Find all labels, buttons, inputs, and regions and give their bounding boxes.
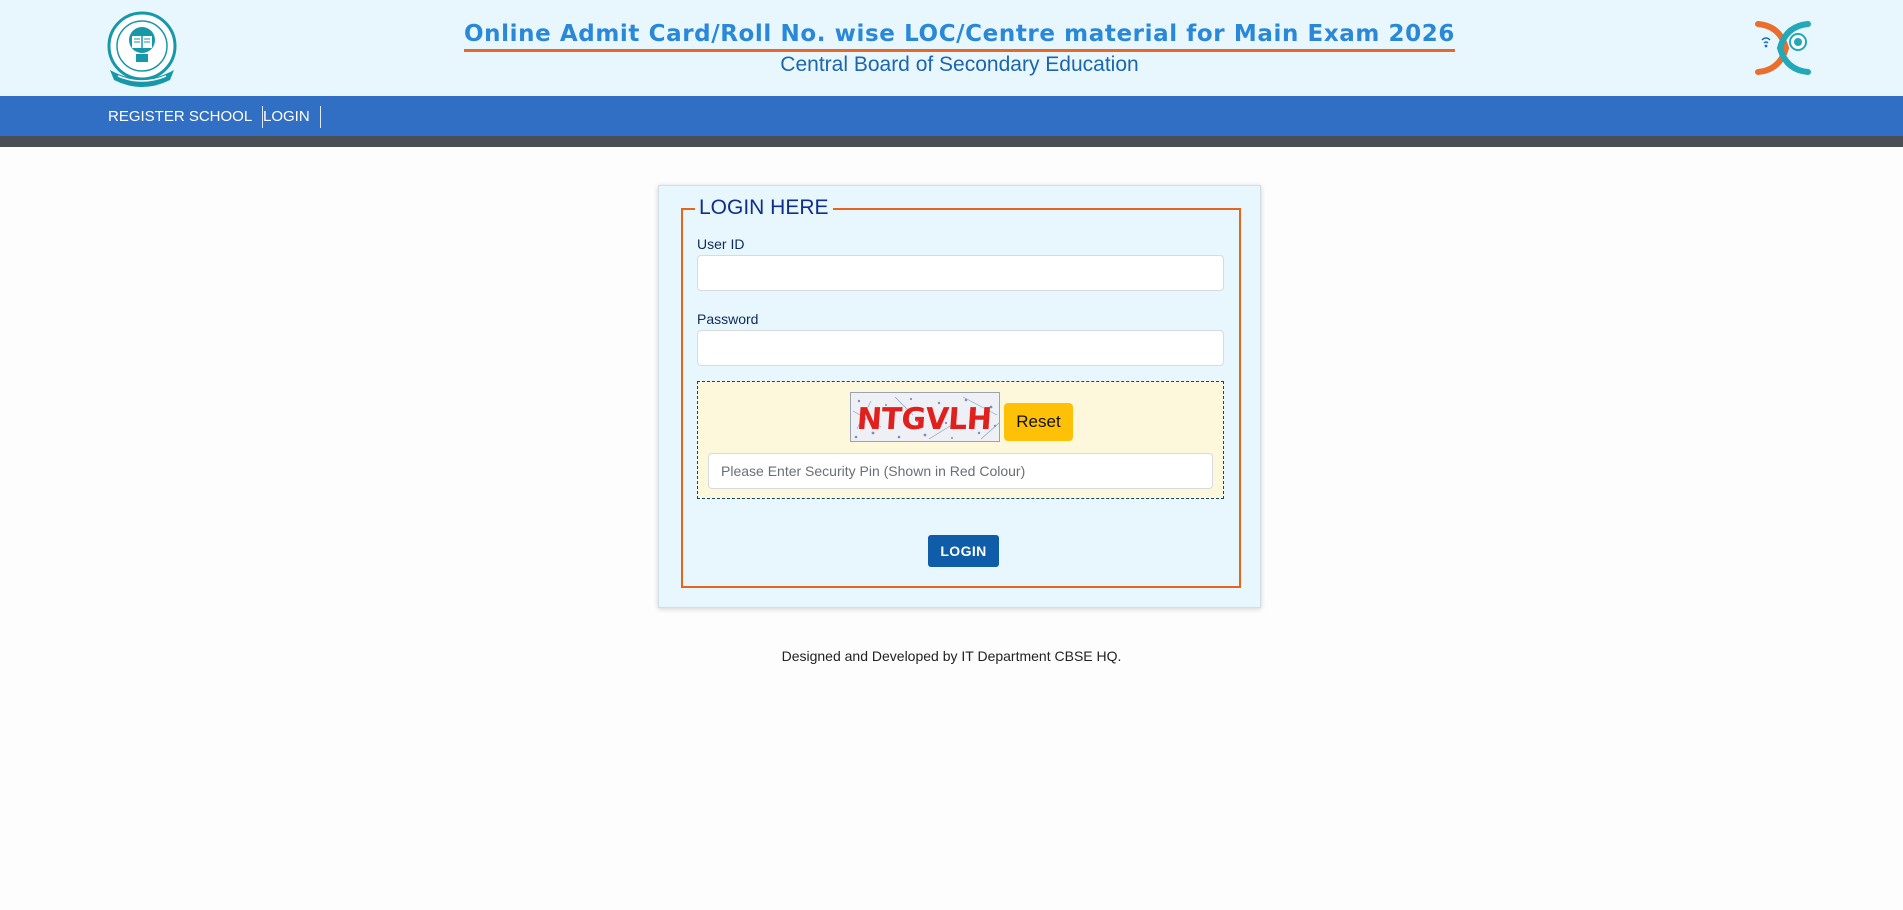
password-label: Password (697, 311, 759, 327)
password-input[interactable] (697, 330, 1224, 366)
captcha-box: NTGVLH Reset (697, 381, 1224, 499)
reset-captcha-button[interactable]: Reset (1004, 403, 1073, 441)
login-card: LOGIN HERE User ID Password NTGVLH Reset… (658, 185, 1261, 608)
main-navbar: REGISTER SCHOOL LOGIN (0, 96, 1903, 136)
login-legend: LOGIN HERE (695, 196, 833, 220)
nav-item-register-school[interactable]: REGISTER SCHOOL (108, 106, 264, 128)
captcha-image: NTGVLH (850, 392, 1000, 442)
nav-divider-strip (0, 136, 1903, 147)
nav-item-login[interactable]: LOGIN (263, 106, 321, 128)
user-id-input[interactable] (697, 255, 1224, 291)
cbse-emblem-icon (106, 8, 178, 88)
site-header: Online Admit Card/Roll No. wise LOC/Cent… (0, 0, 1903, 96)
captcha-text: NTGVLH (856, 402, 993, 437)
login-submit-button[interactable]: LOGIN (928, 535, 999, 567)
login-fieldset: LOGIN HERE User ID Password NTGVLH Reset… (681, 196, 1241, 588)
digital-cbse-logo-icon (1752, 18, 1814, 78)
title-block: Online Admit Card/Roll No. wise LOC/Cent… (400, 20, 1519, 77)
footer-credit: Designed and Developed by IT Department … (781, 648, 1122, 664)
page-subtitle: Central Board of Secondary Education (780, 53, 1139, 76)
security-pin-input[interactable] (708, 453, 1213, 489)
page-title: Online Admit Card/Roll No. wise LOC/Cent… (464, 20, 1455, 52)
user-id-label: User ID (697, 236, 745, 252)
